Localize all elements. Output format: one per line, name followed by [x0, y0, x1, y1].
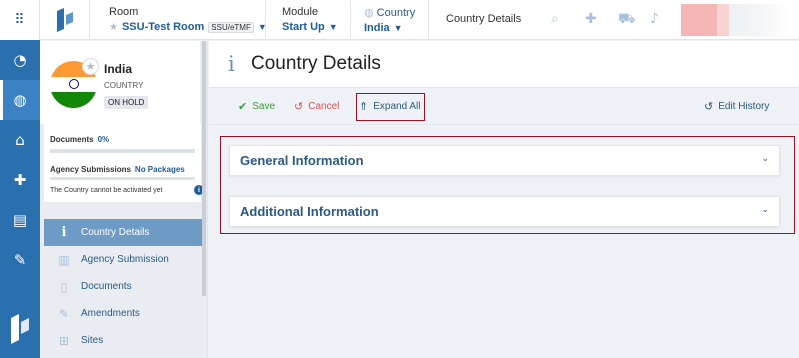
medical-kit-icon[interactable]: ✚ [0, 160, 40, 200]
info-icon: i [228, 52, 235, 76]
room-tag: SSU/eTMF [208, 21, 254, 33]
divider [265, 0, 266, 40]
nav-item-country-details[interactable]: i Country Details [44, 219, 204, 246]
check-circle-icon: ✔ [238, 100, 248, 113]
section-title: General Information [240, 153, 364, 168]
chevron-down-icon[interactable]: ⌄ [761, 154, 769, 164]
cancel-label: Cancel [308, 101, 340, 112]
stats-card: Documents 0% Agency Submissions No Package… [44, 124, 204, 202]
country-caption: Country [376, 7, 416, 19]
document-icon[interactable]: ▤ [0, 200, 40, 240]
info-icon: i [61, 225, 67, 240]
star-icon[interactable]: ★ [109, 22, 118, 33]
divider [350, 0, 351, 40]
nav-label: Agency Submission [81, 254, 169, 265]
section-general-information[interactable]: General Information ⌄ [229, 145, 780, 176]
top-bar: Room ★ SSU-Test Room SSU/eTMF ▼ Module S… [40, 0, 799, 40]
page-header: i Country Details [209, 41, 799, 88]
section-title: Additional Information [240, 204, 379, 219]
edit-document-icon[interactable]: ✎ [0, 240, 40, 280]
room-value: SSU-Test Room [121, 21, 205, 33]
nav-label: Amendments [81, 308, 140, 319]
building-icon: ▥ [58, 252, 70, 267]
side-panel: ★ India COUNTRY ON HOLD Documents 0% Agen… [40, 41, 208, 358]
sections-highlight: General Information ⌄ Additional Informa… [220, 136, 795, 234]
home-logo[interactable] [40, 0, 90, 40]
divider [428, 0, 429, 40]
history-icon: ↺ [704, 100, 714, 113]
left-rail: ⠿ ◔ ◍ ⌂ ✚ ▤ ✎ [0, 0, 40, 358]
chevron-down-icon[interactable]: ▼ [329, 22, 338, 32]
cart-icon[interactable]: ⛟ [618, 11, 636, 29]
expand-all-highlight [356, 93, 425, 121]
activation-note: The Country cannot be activated yet [50, 187, 163, 194]
search-icon[interactable]: ⌕ [551, 11, 559, 27]
edit-history-button[interactable]: ↺ Edit History [704, 100, 769, 113]
room-caption: Room [109, 6, 139, 18]
nav-label: Sites [81, 335, 104, 346]
file-icon: ▯ [60, 279, 68, 294]
documents-progress [50, 149, 195, 153]
agency-value: No Packages [134, 165, 185, 174]
agency-progress [50, 177, 195, 180]
bell-icon[interactable]: ♪ [650, 11, 659, 27]
globe-icon[interactable]: ◍ [0, 80, 40, 120]
nav-label: Country Details [81, 227, 150, 238]
profile-name: India [104, 62, 133, 76]
country-value: India [364, 22, 390, 34]
save-label: Save [252, 101, 276, 112]
nav-item-agency-submission[interactable]: ▥ Agency Submission [44, 246, 204, 273]
nav-item-amendments[interactable]: ✎ Amendments [44, 300, 204, 327]
documents-value: 0% [97, 135, 110, 144]
side-nav: i Country Details ▥ Agency Submission ▯ … [44, 219, 204, 354]
nav-item-sites[interactable]: ⊞ Sites [44, 327, 204, 354]
nav-item-documents[interactable]: ▯ Documents [44, 273, 204, 300]
save-button[interactable]: ✔ Save [238, 100, 275, 113]
breadcrumb-country[interactable]: ◍ Country India ▼ [364, 6, 415, 34]
globe-icon: ◍ [364, 6, 374, 19]
chevron-down-icon[interactable]: ▼ [394, 23, 403, 33]
grid-icon: ⠿ [14, 12, 25, 28]
agency-stat: Agency Submissions No Packages [50, 165, 185, 174]
section-additional-information[interactable]: Additional Information ⌄ [229, 196, 780, 227]
undo-icon: ↺ [294, 100, 304, 113]
app-grid-button[interactable]: ⠿ [0, 0, 40, 40]
documents-label: Documents [50, 135, 94, 144]
documents-stat: Documents 0% [50, 135, 109, 144]
main-content: i Country Details ✔ Save ↺ Cancel ⇑ Expa… [209, 41, 799, 358]
cancel-button[interactable]: ↺ Cancel [294, 100, 339, 113]
chevron-down-icon[interactable]: ⌄ [761, 205, 769, 215]
nav-label: Documents [81, 281, 132, 292]
module-caption: Module [282, 6, 319, 18]
agency-label: Agency Submissions [50, 165, 131, 174]
hospital-icon: ⊞ [58, 333, 70, 348]
user-avatar[interactable] [681, 4, 791, 36]
star-icon[interactable]: ★ [82, 58, 99, 75]
profile-type: COUNTRY [104, 81, 144, 90]
current-page-crumb: Country Details [446, 13, 522, 25]
profile-card: ★ India COUNTRY ON HOLD [40, 41, 200, 124]
breadcrumb-module[interactable]: Module Start Up ▼ [282, 6, 338, 33]
plus-icon[interactable]: ✚ [585, 11, 597, 27]
side-panel-scrollbar[interactable] [202, 41, 206, 296]
dashboard-icon[interactable]: ◔ [0, 40, 40, 80]
action-toolbar: ✔ Save ↺ Cancel ⇑ Expand All ↺ Edit Hist… [209, 89, 799, 125]
edit-history-label: Edit History [718, 101, 770, 112]
module-value: Start Up [282, 21, 325, 33]
page-title: Country Details [251, 53, 381, 74]
file-edit-icon: ✎ [58, 306, 70, 321]
status-badge: ON HOLD [104, 96, 149, 109]
institution-icon[interactable]: ⌂ [0, 120, 40, 160]
breadcrumb-room[interactable]: Room ★ SSU-Test Room SSU/eTMF ▼ [109, 6, 267, 33]
brand-logo [8, 312, 32, 346]
